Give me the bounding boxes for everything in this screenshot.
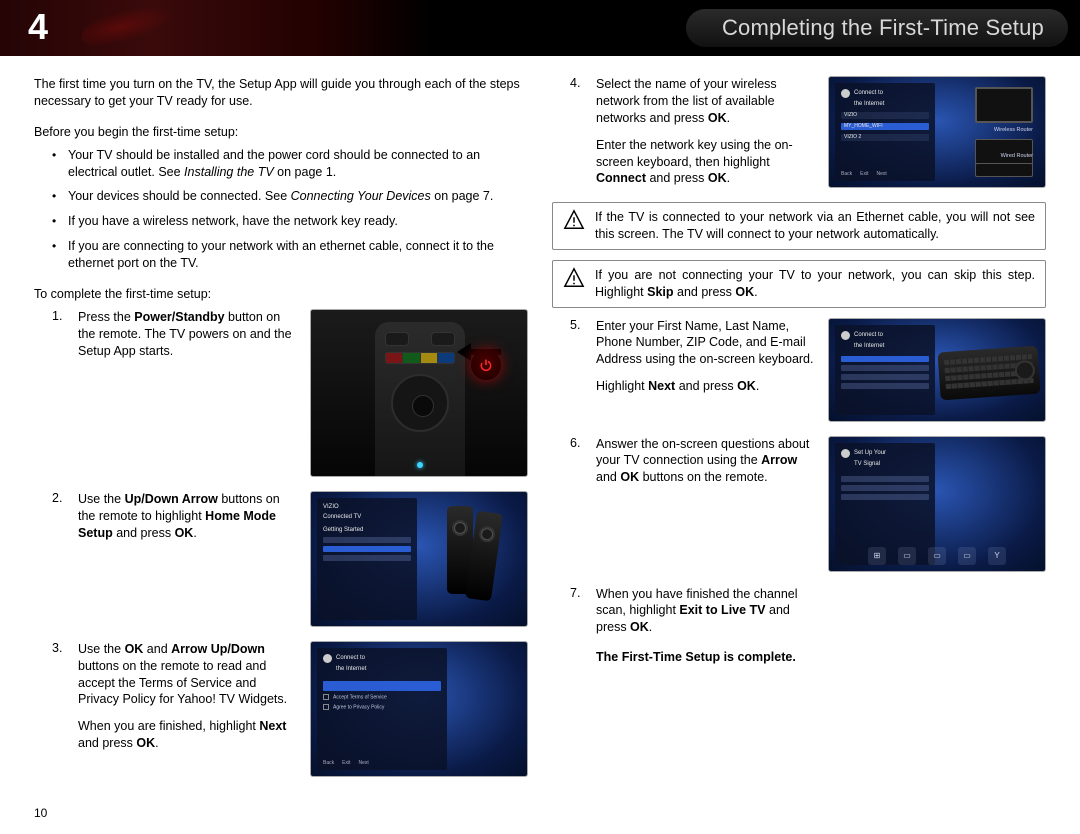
chapter-header: 4 Completing the First-Time Setup: [0, 0, 1080, 56]
figure-profile: Connect to the Internet: [828, 318, 1046, 422]
step-1-num: 1.: [52, 309, 68, 477]
note-skip: If you are not connecting your TV to you…: [552, 260, 1046, 308]
steps-right-b: 5. Enter your First Name, Last Name, Pho…: [570, 318, 1046, 637]
note-skip-text: If you are not connecting your TV to you…: [595, 267, 1035, 301]
figure-remote-power: [310, 309, 528, 477]
step-5: 5. Enter your First Name, Last Name, Pho…: [570, 318, 1046, 422]
figure-terms: Connect to the Internet Accept Terms of …: [310, 641, 528, 777]
step-5-text: Enter your First Name, Last Name, Phone …: [596, 318, 818, 422]
step-6-text: Answer the on-screen questions about you…: [596, 436, 818, 572]
step-7-text: When you have finished the channel scan,…: [596, 586, 818, 637]
step-4-text: Select the name of your wireless network…: [596, 76, 818, 188]
chapter-number: 4: [28, 6, 48, 48]
step-1: 1. Press the Power/Standby button on the…: [52, 309, 528, 477]
page-content: The first time you turn on the TV, the S…: [0, 56, 1080, 791]
step-2-text: Use the Up/Down Arrow buttons on the rem…: [78, 491, 300, 627]
prereq-item-2: Your devices should be connected. See Co…: [52, 188, 528, 205]
signal-icons: ⊞▭▭▭Y: [829, 547, 1045, 565]
power-icon: [471, 350, 501, 380]
step-1-text: Press the Power/Standby button on the re…: [78, 309, 300, 477]
prereq-list: Your TV should be installed and the powe…: [52, 147, 528, 272]
left-column: The first time you turn on the TV, the S…: [34, 76, 528, 791]
setup-complete: The First-Time Setup is complete.: [596, 650, 1046, 664]
right-column: 4. Select the name of your wireless netw…: [552, 76, 1046, 791]
step-5-num: 5.: [570, 318, 586, 422]
figure-tv-signal: Set Up Your TV Signal ⊞▭▭▭Y: [828, 436, 1046, 572]
steps-left: 1. Press the Power/Standby button on the…: [52, 309, 528, 777]
page-number: 10: [34, 806, 47, 820]
note-ethernet-text: If the TV is connected to your network v…: [595, 209, 1035, 243]
prereq-item-1: Your TV should be installed and the powe…: [52, 147, 528, 181]
note-ethernet: If the TV is connected to your network v…: [552, 202, 1046, 250]
prereq-item-4: If you are connecting to your network wi…: [52, 238, 528, 272]
step-4-num: 4.: [570, 76, 586, 188]
chapter-title-pill: Completing the First-Time Setup: [686, 9, 1068, 47]
before-lead: Before you begin the first-time setup:: [34, 124, 528, 141]
complete-lead: To complete the first-time setup:: [34, 286, 528, 303]
steps-right-a: 4. Select the name of your wireless netw…: [570, 76, 1046, 188]
chapter-title: Completing the First-Time Setup: [722, 15, 1044, 41]
step-7: 7. When you have finished the channel sc…: [570, 586, 1046, 637]
caution-icon: [563, 267, 585, 289]
step-6: 6. Answer the on-screen questions about …: [570, 436, 1046, 572]
step-3-num: 3.: [52, 641, 68, 777]
figure-home-mode: VIZIO Connected TV Getting Started: [310, 491, 528, 627]
intro-text: The first time you turn on the TV, the S…: [34, 76, 528, 110]
step-2-num: 2.: [52, 491, 68, 627]
step-6-num: 6.: [570, 436, 586, 572]
step-7-num: 7.: [570, 586, 586, 637]
header-decor: [77, 0, 203, 58]
step-2: 2. Use the Up/Down Arrow buttons on the …: [52, 491, 528, 627]
prereq-item-3: If you have a wireless network, have the…: [52, 213, 528, 230]
figure-wifi: Connect to the Internet VIZIO MY_HOME_WI…: [828, 76, 1046, 188]
step-3-text: Use the OK and Arrow Up/Down buttons on …: [78, 641, 300, 777]
caution-icon: [563, 209, 585, 231]
step-3: 3. Use the OK and Arrow Up/Down buttons …: [52, 641, 528, 777]
step-4: 4. Select the name of your wireless netw…: [570, 76, 1046, 188]
keyboard-remote-icon: [937, 345, 1040, 400]
